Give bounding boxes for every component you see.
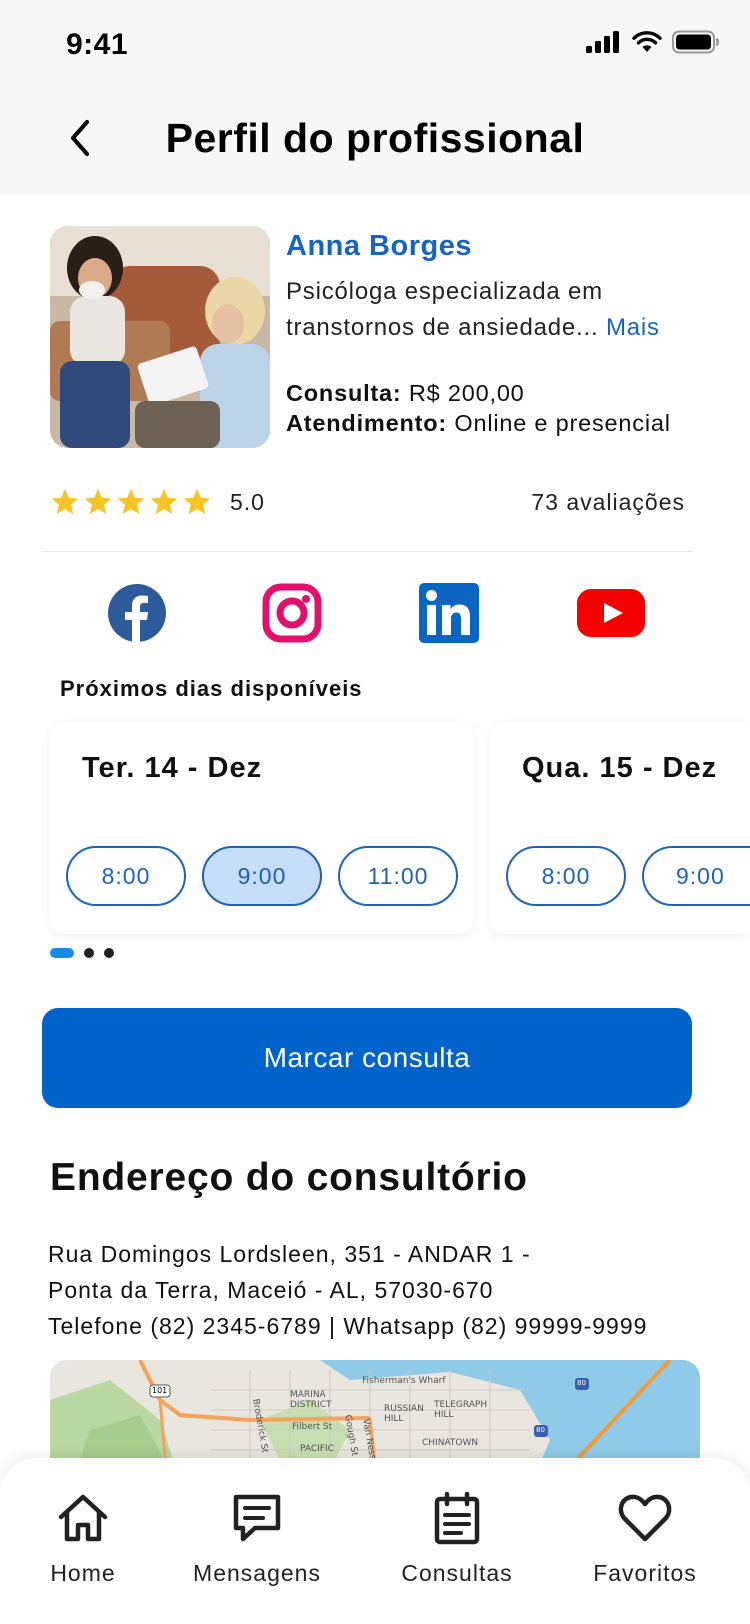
star-icon (51, 488, 79, 514)
map-label: Filbert St (292, 1422, 333, 1432)
time-slot-selected[interactable]: 9:00 (202, 846, 322, 906)
map-label: TELEGRAPH HILL (434, 1400, 488, 1420)
nav-label: Mensagens (193, 1560, 321, 1586)
nav-label: Consultas (401, 1560, 513, 1586)
phone-line[interactable]: Telefone (82) 2345-6789 | Whatsapp (82) … (48, 1308, 647, 1344)
star-icon (117, 488, 145, 514)
signal-icon (586, 31, 619, 53)
bio-text: Psicóloga especializada em transtornos d… (286, 278, 603, 341)
status-icons (586, 30, 720, 54)
pager-dot-active[interactable] (50, 948, 74, 958)
page-title: Perfil do profissional (165, 115, 585, 161)
time-slot[interactable]: 9:00 (642, 846, 750, 906)
time-slot[interactable]: 11:00 (338, 846, 458, 906)
star-icon (84, 488, 112, 514)
rating-value: 5.0 (230, 488, 265, 515)
profile-photo (50, 226, 270, 448)
instagram-icon[interactable] (262, 583, 322, 643)
map-label: Fisherman's Wharf (362, 1376, 446, 1386)
divider (42, 551, 692, 552)
availability-title: Próximos dias disponíveis (60, 676, 363, 701)
battery-icon (672, 30, 719, 54)
atendimento-value: Online e presencial (454, 410, 671, 436)
map-label: CHINATOWN (422, 1438, 479, 1448)
time-slot[interactable]: 8:00 (66, 846, 186, 906)
map-label: PACIFIC (300, 1444, 334, 1454)
nav-favoritos[interactable]: Favoritos (586, 1488, 704, 1587)
consulta-value: R$ 200,00 (408, 380, 525, 406)
consulta-label: Consulta: (286, 380, 402, 406)
star-icon (150, 488, 178, 514)
day-label: Qua. 15 - Dez (522, 752, 718, 784)
nav-label: Favoritos (593, 1560, 697, 1586)
status-bar: 9:41 (0, 0, 750, 90)
profile-name: Anna Borges (286, 230, 472, 262)
star-icon (183, 488, 211, 514)
message-icon (227, 1488, 287, 1548)
more-link[interactable]: Mais (606, 314, 660, 341)
carousel-pager (50, 948, 114, 958)
wifi-icon (632, 31, 662, 52)
address-text: Rua Domingos Lordsleen, 351 - ANDAR 1 - … (48, 1236, 647, 1344)
nav-label: Home (50, 1560, 116, 1586)
atendimento-info: Atendimento: Online e presencial (286, 410, 671, 437)
address-title: Endereço do consultório (50, 1156, 528, 1199)
pager-dot[interactable] (104, 948, 114, 958)
consulta-info: Consulta: R$ 200,00 (286, 380, 525, 407)
nav-mensagens[interactable]: Mensagens (187, 1488, 327, 1587)
time-slot[interactable]: 8:00 (506, 846, 626, 906)
atendimento-label: Atendimento: (286, 410, 448, 436)
heart-icon (615, 1488, 675, 1548)
pager-dot[interactable] (84, 948, 94, 958)
day-card: Qua. 15 - Dez 8:00 9:00 (490, 722, 750, 934)
rating-row: 5.0 73 avaliações (50, 484, 685, 520)
map-shield: 80 (536, 1426, 545, 1434)
calendar-icon (427, 1488, 487, 1548)
map-shield: 80 (577, 1379, 586, 1387)
linkedin-icon[interactable] (419, 583, 479, 643)
book-appointment-button[interactable]: Marcar consulta (42, 1008, 692, 1108)
bottom-nav: Home Mensagens Consultas Favoritos (0, 1458, 750, 1624)
map-label: RUSSIAN HILL (384, 1404, 424, 1424)
home-icon (53, 1488, 113, 1548)
profile-bio: Psicóloga especializada em transtornos d… (286, 274, 716, 346)
address-line: Rua Domingos Lordsleen, 351 - ANDAR 1 - (48, 1241, 531, 1267)
youtube-icon[interactable] (575, 583, 647, 643)
app-header: Perfil do profissional (0, 90, 750, 194)
nav-consultas[interactable]: Consultas (394, 1488, 520, 1587)
day-card: Ter. 14 - Dez 8:00 9:00 11:00 (50, 722, 474, 934)
day-label: Ter. 14 - Dez (82, 752, 263, 784)
status-time: 9:41 (66, 28, 129, 61)
facebook-icon[interactable] (107, 583, 167, 643)
address-line: Ponta da Terra, Maceió - AL, 57030-670 (48, 1277, 494, 1303)
therapy-session-image (50, 226, 270, 448)
star-rating (50, 487, 212, 517)
map-label: MARINA DISTRICT (290, 1390, 332, 1410)
nav-home[interactable]: Home (47, 1488, 119, 1587)
reviews-count[interactable]: 73 avaliações (531, 489, 685, 516)
map-shield: 101 (152, 1386, 168, 1395)
